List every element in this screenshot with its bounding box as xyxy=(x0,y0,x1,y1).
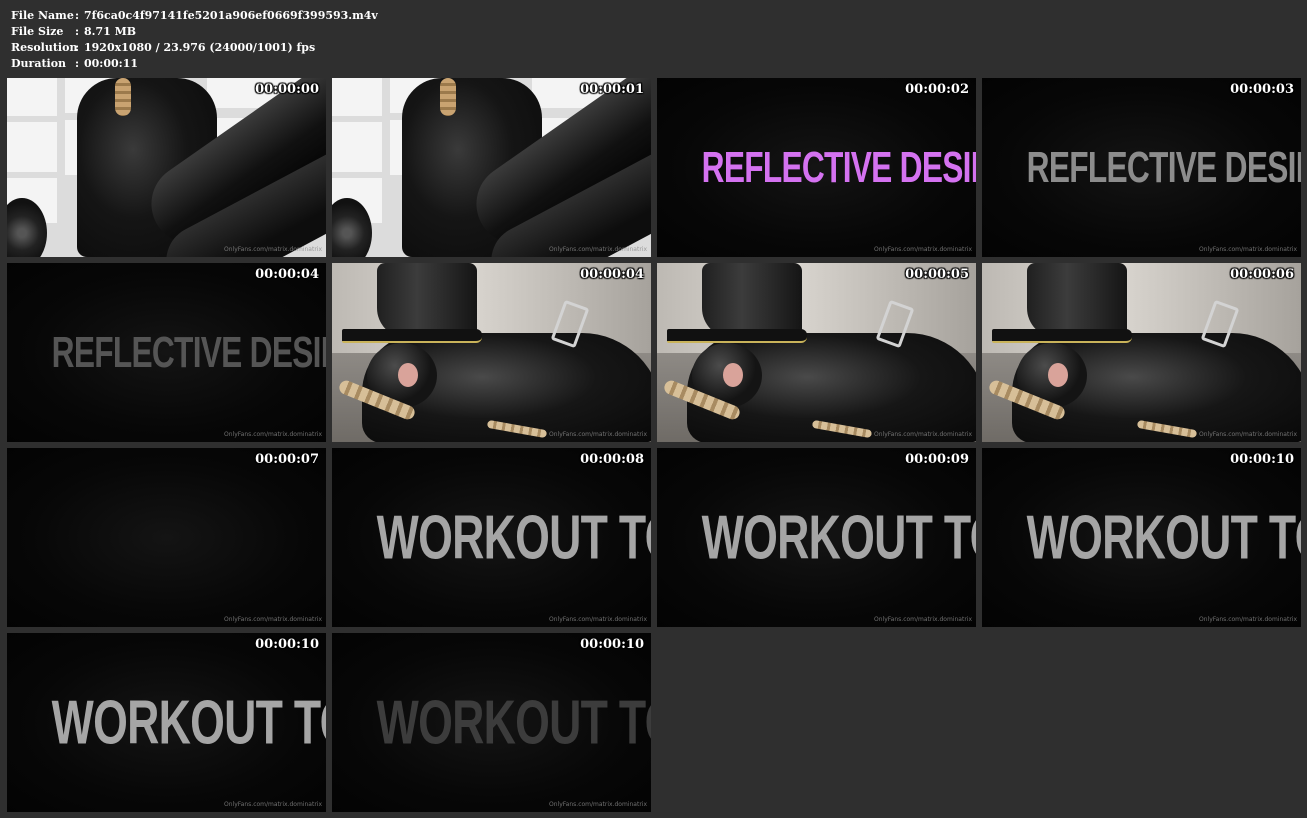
file-name-row: File Name : 7f6ca0c4f97141fe5201a906ef06… xyxy=(11,8,378,24)
frame-title-text: WORKOUT TOY xyxy=(1026,503,1301,572)
watermark-text: OnlyFans.com/matrix.dominatrix xyxy=(1199,431,1297,438)
file-size-row: File Size : 8.71 MB xyxy=(11,24,378,40)
file-name-sep: : xyxy=(75,9,80,22)
duration-row: Duration : 00:00:11 xyxy=(11,56,378,72)
watermark-text: OnlyFans.com/matrix.dominatrix xyxy=(1199,246,1297,253)
frame-title-text: WORKOUT TOY xyxy=(376,688,651,757)
watermark-text: OnlyFans.com/matrix.dominatrix xyxy=(224,801,322,808)
watermark-text: OnlyFans.com/matrix.dominatrix xyxy=(874,616,972,623)
thumbnail-timestamp: 00:00:10 xyxy=(1230,452,1294,467)
frame-title-text: WORKOUT TOY xyxy=(376,503,651,572)
file-size-key: File Size xyxy=(11,25,64,38)
thumbnail-timestamp: 00:00:09 xyxy=(905,452,969,467)
frame-title-text: REFLECTIVE DESIRE xyxy=(701,142,976,192)
watermark-text: OnlyFans.com/matrix.dominatrix xyxy=(549,246,647,253)
video-thumbnail[interactable]: 00:00:04 OnlyFans.com/matrix.dominatrix xyxy=(332,263,651,442)
resolution-row: Resolution : 1920x1080 / 23.976 (24000/1… xyxy=(11,40,378,56)
duration-value: 00:00:11 xyxy=(84,57,139,70)
video-thumbnail[interactable]: WORKOUT TOY 00:00:08 OnlyFans.com/matrix.d… xyxy=(332,448,651,627)
resolution-sep: : xyxy=(75,41,80,54)
frame-title-text: REFLECTIVE DESIRE xyxy=(1026,142,1301,192)
file-name-value: 7f6ca0c4f97141fe5201a906ef0669f399593.m4… xyxy=(84,9,378,22)
thumbnail-timestamp: 00:00:10 xyxy=(255,637,319,652)
file-name-key: File Name xyxy=(11,9,74,22)
watermark-text: OnlyFans.com/matrix.dominatrix xyxy=(549,431,647,438)
thumbnail-timestamp: 00:00:05 xyxy=(905,267,969,282)
thumbnail-timestamp: 00:00:01 xyxy=(580,82,644,97)
watermark-text: OnlyFans.com/matrix.dominatrix xyxy=(224,431,322,438)
file-info-panel: File Name : 7f6ca0c4f97141fe5201a906ef06… xyxy=(11,8,378,72)
thumbnail-timestamp: 00:00:08 xyxy=(580,452,644,467)
thumbnail-timestamp: 00:00:03 xyxy=(1230,82,1294,97)
frame-boot-scene xyxy=(982,263,1301,442)
video-thumbnail[interactable]: 00:00:05 OnlyFans.com/matrix.dominatrix xyxy=(657,263,976,442)
file-size-sep: : xyxy=(75,25,80,38)
video-thumbnail[interactable]: 00:00:01 OnlyFans.com/matrix.dominatrix xyxy=(332,78,651,257)
thumbnail-grid: 00:00:00 OnlyFans.com/matrix.dominatrix 00… xyxy=(7,78,1301,812)
thumbnail-timestamp: 00:00:10 xyxy=(580,637,644,652)
watermark-text: OnlyFans.com/matrix.dominatrix xyxy=(1199,616,1297,623)
watermark-text: OnlyFans.com/matrix.dominatrix xyxy=(224,616,322,623)
frame-window-scene xyxy=(332,78,651,257)
thumbnail-timestamp: 00:00:07 xyxy=(255,452,319,467)
video-thumbnail[interactable]: REFLECTIVE DESIRE 00:00:02 OnlyFans.com/ma… xyxy=(657,78,976,257)
resolution-key: Resolution xyxy=(11,41,78,54)
frame-boot-scene xyxy=(657,263,976,442)
thumbnail-timestamp: 00:00:02 xyxy=(905,82,969,97)
watermark-text: OnlyFans.com/matrix.dominatrix xyxy=(549,616,647,623)
thumbnail-timestamp: 00:00:04 xyxy=(580,267,644,282)
thumbnail-timestamp: 00:00:04 xyxy=(255,267,319,282)
watermark-text: OnlyFans.com/matrix.dominatrix xyxy=(224,246,322,253)
file-size-value: 8.71 MB xyxy=(84,25,137,38)
frame-window-scene xyxy=(7,78,326,257)
watermark-text: OnlyFans.com/matrix.dominatrix xyxy=(549,801,647,808)
video-thumbnail[interactable]: WORKOUT TOY 00:00:09 OnlyFans.com/matrix.d… xyxy=(657,448,976,627)
watermark-text: OnlyFans.com/matrix.dominatrix xyxy=(874,246,972,253)
video-thumbnail[interactable]: 00:00:07 OnlyFans.com/matrix.dominatrix xyxy=(7,448,326,627)
thumbnail-timestamp: 00:00:06 xyxy=(1230,267,1294,282)
video-thumbnail[interactable]: REFLECTIVE DESIRE 00:00:04 OnlyFans.com/ma… xyxy=(7,263,326,442)
frame-title-text: WORKOUT TOY xyxy=(51,688,326,757)
duration-key: Duration xyxy=(11,57,67,70)
resolution-value: 1920x1080 / 23.976 (24000/1001) fps xyxy=(84,41,316,54)
video-thumbnail[interactable]: 00:00:06 OnlyFans.com/matrix.dominatrix xyxy=(982,263,1301,442)
thumbnail-timestamp: 00:00:00 xyxy=(255,82,319,97)
frame-boot-scene xyxy=(332,263,651,442)
duration-sep: : xyxy=(75,57,80,70)
video-thumbnail[interactable]: WORKOUT TOY 00:00:10 OnlyFans.com/matrix.d… xyxy=(7,633,326,812)
video-thumbnail[interactable]: REFLECTIVE DESIRE 00:00:03 OnlyFans.com/ma… xyxy=(982,78,1301,257)
video-thumbnail[interactable]: 00:00:00 OnlyFans.com/matrix.dominatrix xyxy=(7,78,326,257)
frame-title-text: WORKOUT TOY xyxy=(701,503,976,572)
video-thumbnail[interactable]: WORKOUT TOY 00:00:10 OnlyFans.com/matrix.d… xyxy=(332,633,651,812)
watermark-text: OnlyFans.com/matrix.dominatrix xyxy=(874,431,972,438)
frame-title-text: REFLECTIVE DESIRE xyxy=(51,327,326,377)
video-thumbnail[interactable]: WORKOUT TOY 00:00:10 OnlyFans.com/matrix.d… xyxy=(982,448,1301,627)
